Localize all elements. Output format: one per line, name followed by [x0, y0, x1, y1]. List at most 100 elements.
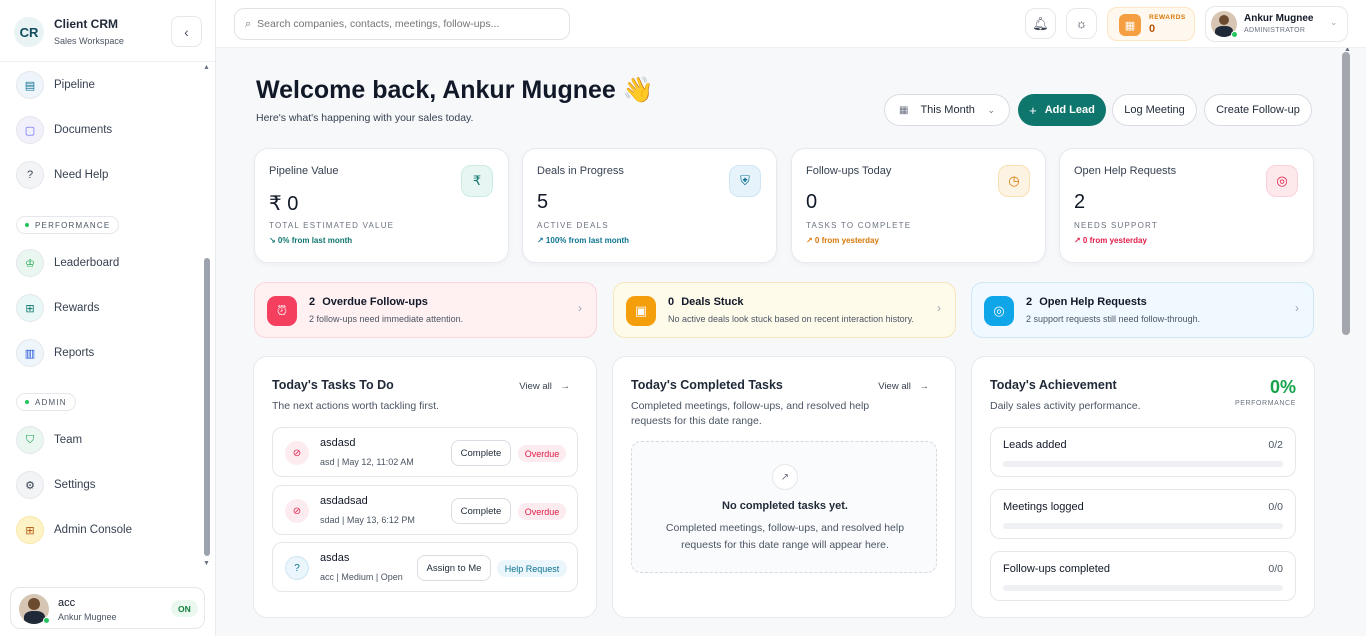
task-item[interactable]: ? asdas acc | Medium | Open Assign to Me… [272, 542, 578, 592]
page-subtitle: Here's what's happening with your sales … [256, 112, 474, 124]
rewards-widget[interactable]: ▦ REWARDS 0 [1107, 7, 1195, 41]
plus-icon: + [1029, 102, 1037, 118]
add-lead-label: Add Lead [1044, 104, 1095, 116]
status-badge: Overdue [518, 445, 566, 462]
brand-header: CR Client CRM Sales Workspace ‹ [0, 0, 215, 62]
alarm-off-icon: ⊘ [285, 499, 309, 523]
sidebar-item-documents[interactable]: ▢ Documents [16, 114, 196, 146]
task-item[interactable]: ⊘ asdadsad sdad | May 13, 6:12 PM Comple… [272, 485, 578, 535]
chevron-left-icon: ‹ [184, 23, 189, 40]
assign-to-me-button[interactable]: Assign to Me [417, 555, 491, 581]
view-all-link[interactable]: View all → [519, 381, 570, 392]
stat-delta: ↗ 0 from yesterday [1074, 236, 1147, 245]
log-meeting-button[interactable]: Log Meeting [1112, 94, 1197, 126]
complete-button[interactable]: Complete [451, 498, 511, 524]
alert-subtitle: 2 support requests still need follow-thr… [1026, 314, 1201, 324]
status-badge: ON [171, 600, 198, 617]
metric-value: 0/2 [1268, 439, 1283, 451]
alert-count: 0 [668, 296, 675, 308]
document-icon: ▢ [16, 116, 44, 144]
alert-open-help-requests[interactable]: ◎ 2 Open Help Requests 2 support request… [971, 282, 1314, 338]
view-all-link[interactable]: View all → [878, 381, 929, 392]
stat-caption: ACTIVE DEALS [537, 221, 609, 230]
collapse-sidebar-button[interactable]: ‹ [171, 16, 202, 47]
create-followup-button[interactable]: Create Follow-up [1204, 94, 1312, 126]
search-input[interactable] [257, 18, 548, 30]
stat-card-deals-in-progress[interactable]: Deals in Progress 5 ACTIVE DEALS ↗ 100% … [522, 148, 777, 263]
alert-deals-stuck[interactable]: ▣ 0 Deals Stuck No active deals look stu… [613, 282, 956, 338]
search-box[interactable]: ⌕ [234, 8, 570, 40]
gift-icon: ▦ [1119, 14, 1141, 36]
sidebar-item-reports[interactable]: ▥ Reports [16, 337, 196, 369]
completed-panel: Today's Completed Tasks Completed meetin… [612, 356, 956, 618]
task-name: asdasd [320, 437, 356, 449]
stat-value: 2 [1074, 191, 1086, 213]
alert-overdue-followups[interactable]: ⏰︎ 2 Overdue Follow-ups 2 follow-ups nee… [254, 282, 597, 338]
main-scrollbar[interactable] [1342, 52, 1350, 335]
profile-menu[interactable]: Ankur Mugnee ADMINISTRATOR ⌄ [1205, 6, 1348, 42]
sidebar-item-leaderboard[interactable]: ♔ Leaderboard [16, 247, 196, 279]
brand-title: Client CRM [54, 17, 118, 31]
stat-card-open-help-requests[interactable]: Open Help Requests 2 NEEDS SUPPORT ↗ 0 f… [1059, 148, 1314, 263]
progress-bar [1003, 523, 1283, 529]
rupee-icon: ₹ [461, 165, 493, 197]
task-name: asdas [320, 552, 350, 564]
view-all-label: View all [878, 381, 911, 392]
stat-caption: NEEDS SUPPORT [1074, 221, 1158, 230]
stat-card-pipeline-value[interactable]: Pipeline Value ₹ 0 TOTAL ESTIMATED VALUE… [254, 148, 509, 263]
notifications-button[interactable]: 🔔︎ [1025, 8, 1056, 39]
page-title: Welcome back, Ankur Mugnee 👋 [256, 76, 654, 104]
section-label-admin: ADMIN [16, 393, 76, 411]
metric-value: 0/0 [1268, 501, 1283, 513]
calendar-icon: ▦ [899, 104, 909, 116]
help-icon: ? [285, 556, 309, 580]
sidebar-item-need-help[interactable]: ? Need Help [16, 159, 196, 191]
brand-logo: CR [14, 17, 44, 47]
alert-title-text: Deals Stuck [681, 296, 744, 308]
arrow-right-icon: → [919, 381, 930, 392]
online-indicator [43, 617, 50, 624]
sidebar-item-pipeline[interactable]: ▤ Pipeline [16, 69, 196, 101]
panel-title: Today's Tasks To Do [272, 378, 394, 392]
panel-title: Today's Completed Tasks [631, 378, 783, 392]
sidebar-item-team[interactable]: ⛉ Team [16, 424, 196, 456]
section-label-text: ADMIN [35, 397, 67, 407]
theme-toggle-button[interactable]: ☼ [1066, 8, 1097, 39]
scroll-down-arrow[interactable]: ▼ [203, 560, 210, 567]
chevron-right-icon: › [578, 301, 582, 315]
task-item[interactable]: ⊘ asdasd asd | May 12, 11:02 AM Complete… [272, 427, 578, 477]
current-user-card[interactable]: acc Ankur Mugnee ON [10, 587, 205, 629]
sidebar: CR Client CRM Sales Workspace ‹ ▲ ▼ ▤ Pi… [0, 0, 216, 636]
panel-subtitle: Completed meetings, follow-ups, and reso… [631, 400, 870, 427]
lifebuoy-icon: ◎ [984, 296, 1014, 326]
alert-count: 2 [1026, 296, 1033, 308]
rewards-value: 0 [1149, 23, 1156, 35]
profile-role: ADMINISTRATOR [1244, 27, 1306, 34]
sidebar-item-rewards[interactable]: ⊞ Rewards [16, 292, 196, 324]
status-dot [25, 400, 29, 404]
section-label-text: PERFORMANCE [35, 220, 111, 230]
period-select[interactable]: ▦ This Month ⌄ [884, 94, 1010, 126]
sidebar-item-admin-console[interactable]: ⊞ Admin Console [16, 514, 196, 546]
help-icon: ? [16, 161, 44, 189]
status-badge: Help Request [497, 560, 567, 577]
stat-caption: TOTAL ESTIMATED VALUE [269, 221, 395, 230]
chevron-right-icon: › [1295, 301, 1299, 315]
trophy-icon: ♔ [16, 249, 44, 277]
empty-state: ↗ No completed tasks yet. Completed meet… [631, 441, 937, 573]
scroll-up-arrow[interactable]: ▲ [1344, 48, 1351, 53]
progress-bar [1003, 585, 1283, 591]
stat-card-followups-today[interactable]: Follow-ups Today 0 TASKS TO COMPLETE ↗ 0… [791, 148, 1046, 263]
sidebar-scrollbar[interactable] [204, 258, 210, 556]
performance-percent: 0% [1269, 377, 1296, 397]
add-lead-button[interactable]: + Add Lead [1018, 94, 1106, 126]
user-name: acc [58, 597, 76, 609]
scroll-up-arrow[interactable]: ▲ [203, 64, 210, 71]
complete-button[interactable]: Complete [451, 440, 511, 466]
status-dot [25, 223, 29, 227]
metric-label: Leads added [1003, 439, 1067, 451]
user-subtitle: Ankur Mugnee [58, 612, 117, 622]
sidebar-item-label: Rewards [54, 302, 100, 314]
alert-subtitle: 2 follow-ups need immediate attention. [309, 314, 464, 324]
sidebar-item-settings[interactable]: ⚙ Settings [16, 469, 196, 501]
